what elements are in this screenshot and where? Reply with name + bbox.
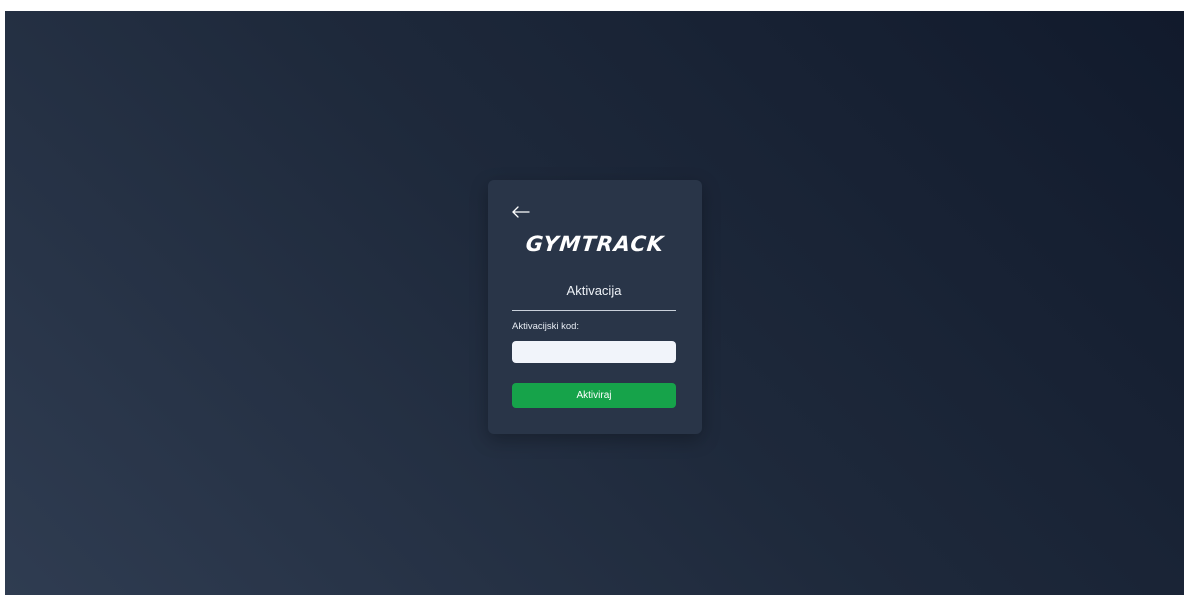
back-button[interactable] <box>512 204 532 220</box>
activation-code-label: Aktivacijski kod: <box>512 321 580 332</box>
page-background: GYMTRACK Aktivacija Aktivacijski kod: Ak… <box>5 11 1184 595</box>
form-title: Aktivacija <box>566 283 622 298</box>
activation-card: GYMTRACK Aktivacija Aktivacijski kod: Ak… <box>488 180 702 434</box>
brand-logo: GYMTRACK <box>524 232 666 256</box>
activate-button[interactable]: Aktiviraj <box>512 383 676 408</box>
arrow-left-icon <box>512 206 530 218</box>
activation-code-input[interactable] <box>512 341 676 363</box>
title-divider <box>512 310 676 311</box>
